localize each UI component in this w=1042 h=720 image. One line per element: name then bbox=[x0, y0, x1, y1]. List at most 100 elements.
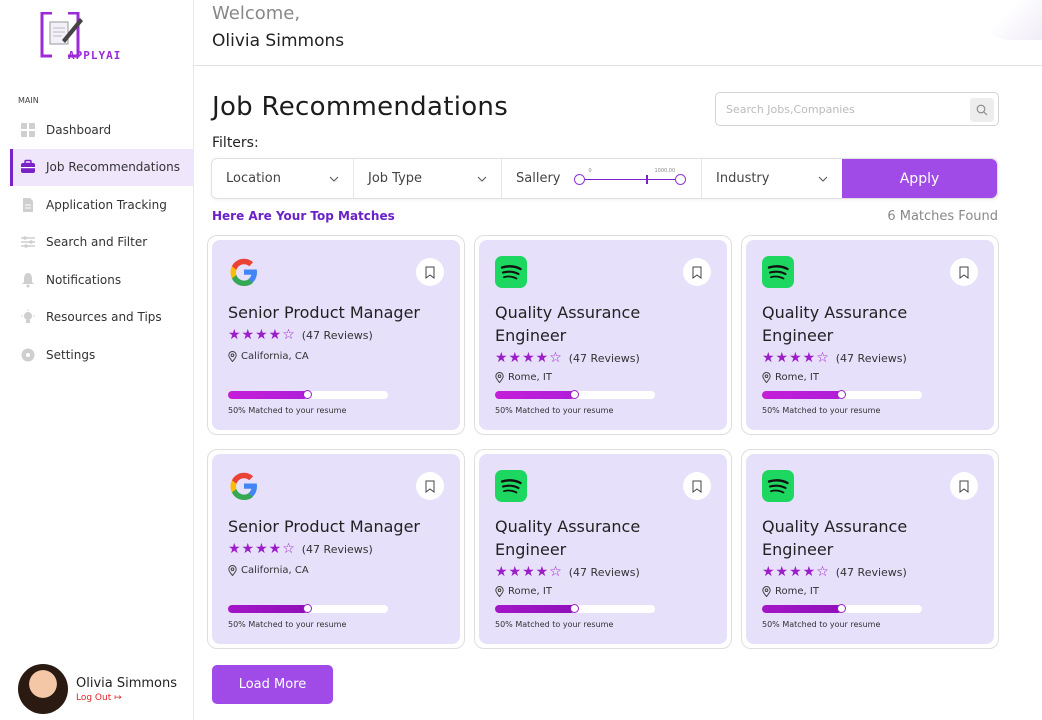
job-title[interactable]: Quality Assurance Engineer bbox=[495, 301, 715, 347]
sidebar-item-resources-and-tips[interactable]: Resources and Tips bbox=[10, 299, 194, 337]
match-progress-fill bbox=[495, 391, 575, 399]
sidebar-item-label: Settings bbox=[46, 347, 96, 362]
apply-button[interactable]: Apply bbox=[842, 159, 997, 198]
bookmark-icon bbox=[959, 480, 969, 493]
job-card[interactable]: Senior Product Manager ★★★★☆ (47 Reviews) C… bbox=[207, 449, 465, 649]
location-dropdown[interactable]: Location bbox=[212, 159, 354, 198]
job-title[interactable]: Quality Assurance Engineer bbox=[495, 515, 715, 561]
location-pin-icon bbox=[762, 586, 771, 597]
slider-max-handle[interactable] bbox=[675, 173, 687, 185]
salary-filter: Sallery 0 1000,00 bbox=[502, 159, 702, 198]
industry-dropdown[interactable]: Industry bbox=[702, 159, 842, 198]
job-title[interactable]: Senior Product Manager bbox=[228, 301, 448, 324]
review-count: (47 Reviews) bbox=[835, 351, 907, 365]
job-card-body: Senior Product Manager ★★★★☆ (47 Reviews) C… bbox=[212, 454, 460, 644]
job-card[interactable]: Quality Assurance Engineer ★★★★☆ (47 Revie… bbox=[474, 235, 732, 435]
match-progress-knob bbox=[570, 604, 579, 613]
star-rating: ★★★★☆ bbox=[495, 350, 563, 366]
match-progress-bar bbox=[228, 390, 388, 399]
sidebar: APPLYAI MAIN Dashboard Job Recommendatio… bbox=[0, 0, 194, 720]
logout-button[interactable]: Log Out ↦ bbox=[76, 693, 177, 703]
location-text: California, CA bbox=[241, 565, 309, 576]
sidebar-item-dashboard[interactable]: Dashboard bbox=[10, 111, 194, 149]
bookmark-icon bbox=[692, 266, 702, 279]
sidebar-item-label: Job Recommendations bbox=[46, 160, 181, 175]
match-progress-fill bbox=[228, 605, 308, 613]
chevron-down-icon bbox=[329, 176, 339, 182]
logout-label: Log Out bbox=[76, 692, 112, 703]
bookmark-button[interactable] bbox=[683, 258, 711, 286]
job-location: Rome, IT bbox=[495, 586, 552, 597]
match-text: 50% Matched to your resume bbox=[228, 620, 347, 629]
match-progress-knob bbox=[303, 604, 312, 613]
spotify-logo-icon bbox=[762, 256, 794, 288]
match-progress-bar bbox=[495, 604, 655, 613]
bookmark-button[interactable] bbox=[683, 472, 711, 500]
search-input[interactable] bbox=[726, 102, 966, 116]
lightbulb-icon bbox=[20, 309, 36, 325]
bookmark-button[interactable] bbox=[950, 472, 978, 500]
match-text: 50% Matched to your resume bbox=[762, 620, 881, 629]
bookmark-button[interactable] bbox=[950, 258, 978, 286]
matches-count: 6 Matches Found bbox=[887, 209, 998, 224]
slider-min-handle[interactable] bbox=[574, 173, 586, 185]
match-progress-bar bbox=[762, 604, 922, 613]
job-title[interactable]: Senior Product Manager bbox=[228, 515, 448, 538]
location-pin-icon bbox=[495, 586, 504, 597]
sidebar-item-notifications[interactable]: Notifications bbox=[10, 261, 194, 299]
match-progress-fill bbox=[762, 605, 842, 613]
job-rating: ★★★★☆ (47 Reviews) bbox=[495, 350, 640, 366]
sidebar-item-search-and-filter[interactable]: Search and Filter bbox=[10, 224, 194, 262]
match-progress-bar bbox=[762, 390, 922, 399]
job-card[interactable]: Quality Assurance Engineer ★★★★☆ (47 Revie… bbox=[741, 235, 999, 435]
star-rating: ★★★★☆ bbox=[495, 564, 563, 580]
nav-section-label: MAIN bbox=[18, 96, 39, 105]
job-card[interactable]: Quality Assurance Engineer ★★★★☆ (47 Revie… bbox=[474, 449, 732, 649]
review-count: (47 Reviews) bbox=[568, 351, 640, 365]
search-button[interactable] bbox=[970, 98, 994, 122]
job-card-body: Quality Assurance Engineer ★★★★☆ (47 Revie… bbox=[746, 240, 994, 430]
welcome-text: Welcome, bbox=[212, 3, 301, 24]
slider-track bbox=[580, 178, 681, 180]
industry-label: Industry bbox=[716, 171, 770, 186]
profile-name: Olivia Simmons bbox=[76, 675, 178, 691]
slider-marker bbox=[646, 174, 648, 184]
job-card[interactable]: Senior Product Manager ★★★★☆ (47 Reviews) C… bbox=[207, 235, 465, 435]
filters-label: Filters: bbox=[212, 135, 259, 151]
sidebar-item-job-recommendations[interactable]: Job Recommendations bbox=[10, 148, 194, 186]
job-title[interactable]: Quality Assurance Engineer bbox=[762, 515, 982, 561]
avatar[interactable] bbox=[18, 664, 68, 714]
match-progress-fill bbox=[762, 391, 842, 399]
job-location: Rome, IT bbox=[495, 372, 552, 383]
review-count: (47 Reviews) bbox=[835, 565, 907, 579]
match-progress-fill bbox=[228, 391, 308, 399]
job-card[interactable]: Quality Assurance Engineer ★★★★☆ (47 Revie… bbox=[741, 449, 999, 649]
match-progress-knob bbox=[570, 390, 579, 399]
sidebar-item-label: Resources and Tips bbox=[46, 310, 162, 325]
location-text: Rome, IT bbox=[508, 586, 552, 597]
header-decoration bbox=[972, 0, 1042, 40]
star-rating: ★★★★☆ bbox=[762, 350, 830, 366]
location-text: Rome, IT bbox=[775, 372, 819, 383]
location-pin-icon bbox=[228, 565, 237, 576]
load-more-button[interactable]: Load More bbox=[212, 665, 333, 704]
sidebar-item-settings[interactable]: Settings bbox=[10, 336, 194, 374]
sidebar-item-application-tracking[interactable]: Application Tracking bbox=[10, 186, 194, 224]
match-text: 50% Matched to your resume bbox=[495, 620, 614, 629]
job-card-body: Quality Assurance Engineer ★★★★☆ (47 Revie… bbox=[479, 454, 727, 644]
bookmark-button[interactable] bbox=[416, 472, 444, 500]
salary-slider[interactable]: 0 1000,00 bbox=[574, 167, 687, 189]
job-card-body: Quality Assurance Engineer ★★★★☆ (47 Revie… bbox=[479, 240, 727, 430]
job-title[interactable]: Quality Assurance Engineer bbox=[762, 301, 982, 347]
match-text: 50% Matched to your resume bbox=[495, 406, 614, 415]
job-location: California, CA bbox=[228, 565, 309, 576]
job-type-dropdown[interactable]: Job Type bbox=[354, 159, 502, 198]
salary-min-label: 0 bbox=[588, 167, 592, 174]
location-pin-icon bbox=[762, 372, 771, 383]
salary-label: Sallery bbox=[516, 171, 561, 186]
bookmark-button[interactable] bbox=[416, 258, 444, 286]
job-rating: ★★★★☆ (47 Reviews) bbox=[495, 564, 640, 580]
sidebar-item-label: Notifications bbox=[46, 272, 122, 287]
page-title: Job Recommendations bbox=[212, 92, 509, 122]
location-text: California, CA bbox=[241, 351, 309, 362]
